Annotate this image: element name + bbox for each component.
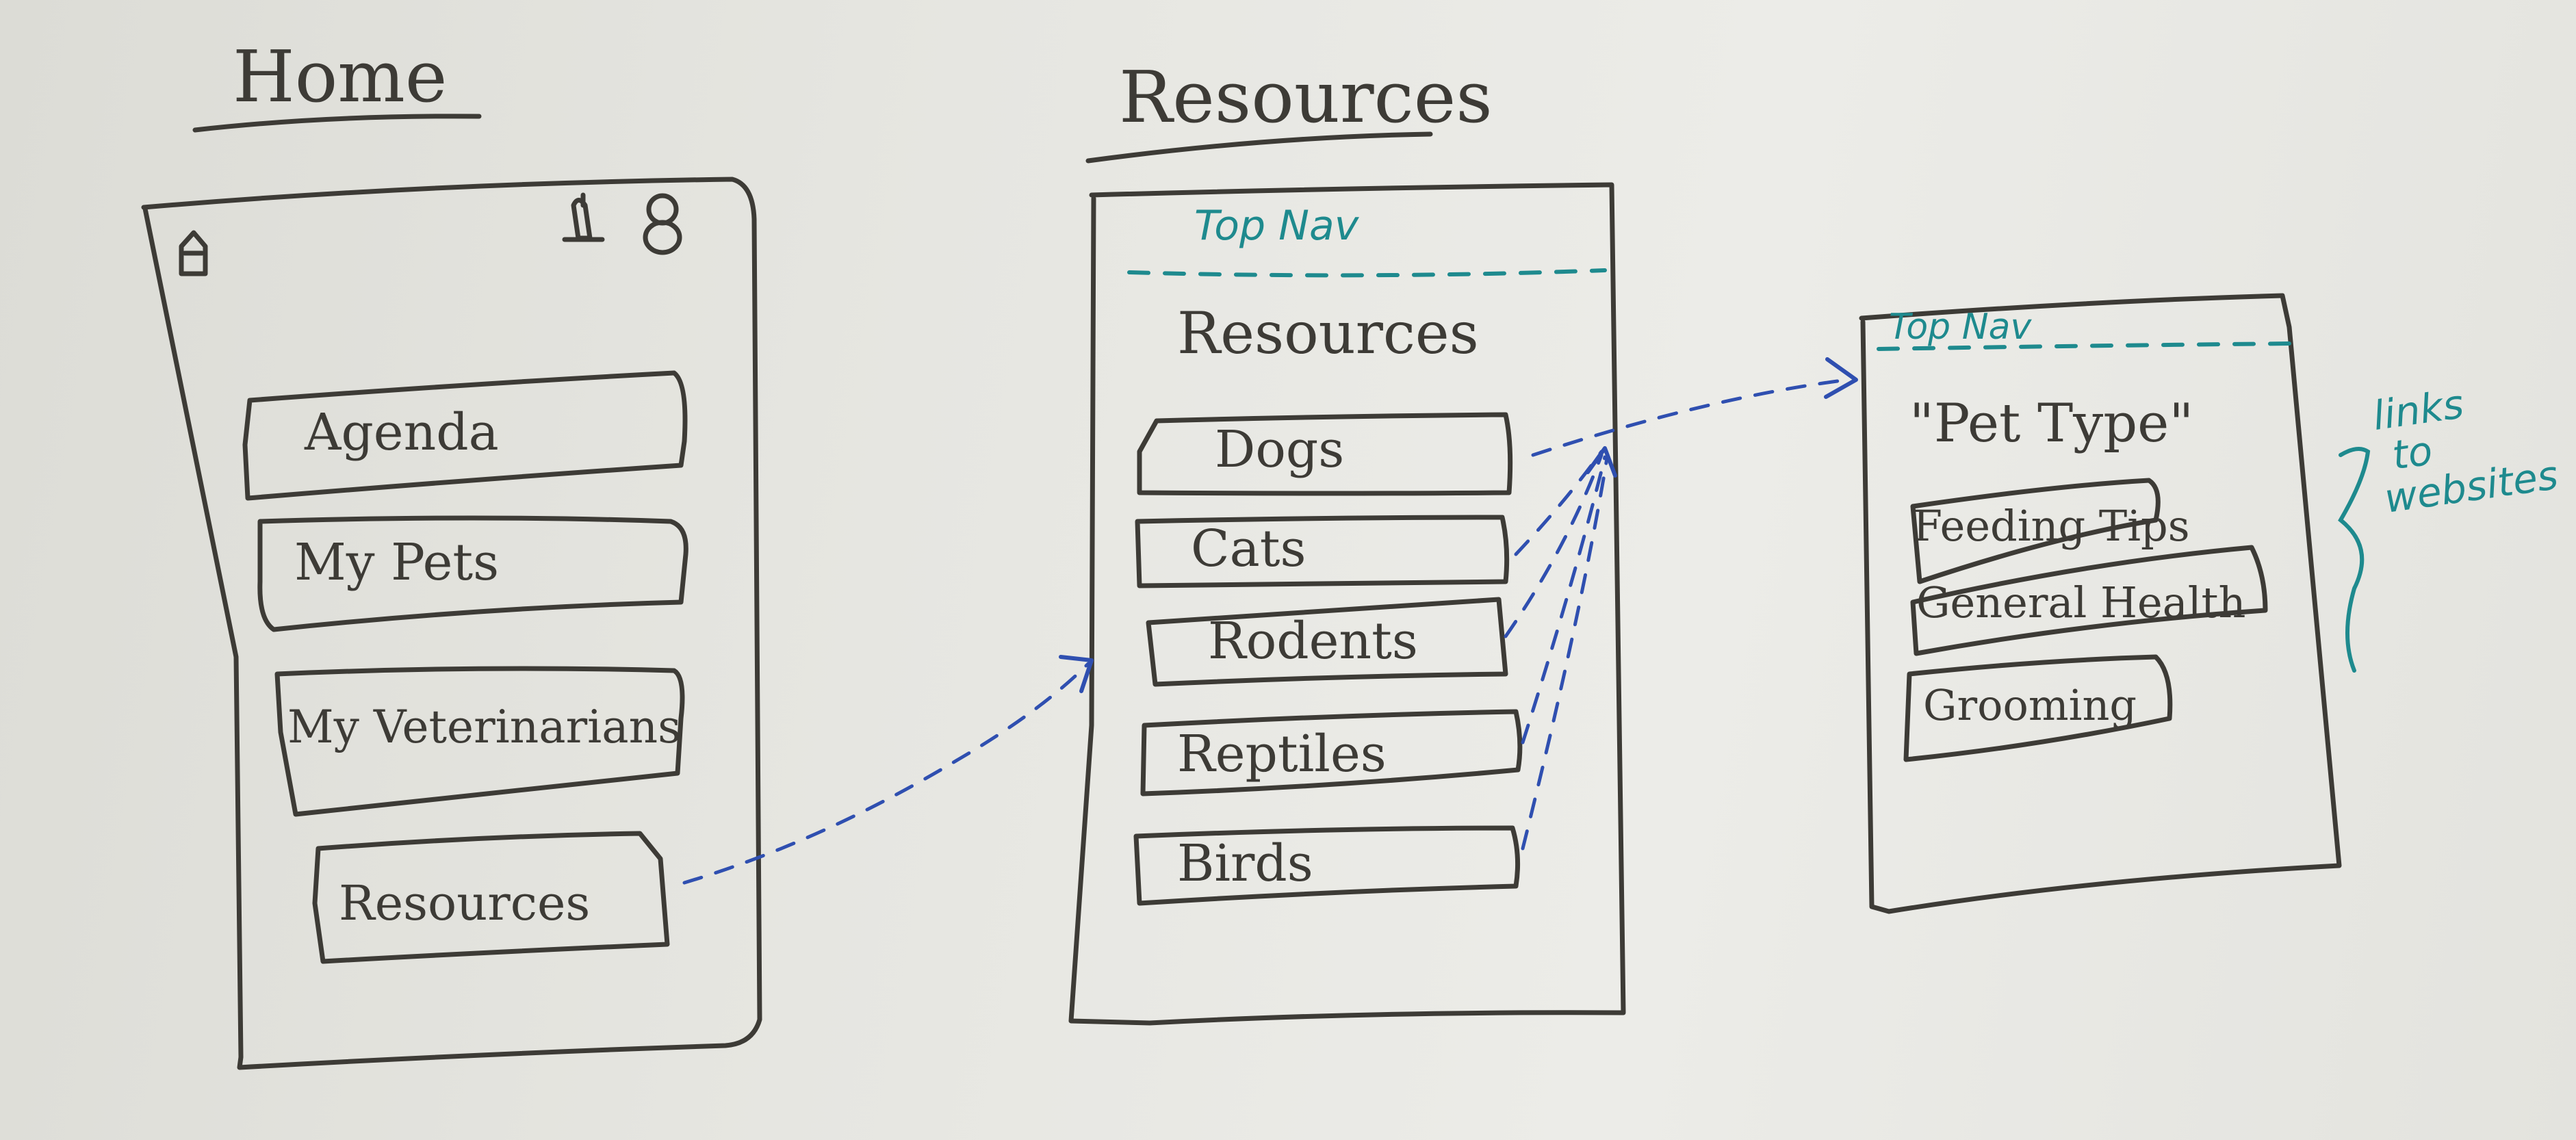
bell-icon xyxy=(562,192,605,242)
rodents-button[interactable]: Rodents xyxy=(1208,616,1418,666)
general-health-button[interactable]: General Health xyxy=(1916,582,2245,624)
resources-button[interactable]: Resources xyxy=(339,879,590,927)
resources-top-nav-divider xyxy=(1127,268,1607,278)
home-screen-title: Home xyxy=(233,35,448,118)
pet-type-arrowhead xyxy=(1824,357,1858,399)
my-veterinarians-button[interactable]: My Veterinarians xyxy=(287,705,681,750)
my-pets-button[interactable]: My Pets xyxy=(294,537,499,588)
birds-link-line xyxy=(1521,456,1609,851)
annotation-bracket xyxy=(2338,447,2371,673)
grooming-button[interactable]: Grooming xyxy=(1923,684,2137,727)
pet-type-top-nav-label: Top Nav xyxy=(1889,307,2032,348)
cats-link-line xyxy=(1514,450,1603,556)
resources-top-nav-label: Top Nav xyxy=(1194,202,1359,250)
dogs-button[interactable]: Dogs xyxy=(1215,424,1344,475)
home-to-resources-arrow xyxy=(682,662,1090,885)
pet-links-to-pet-type-arrow xyxy=(1531,378,1850,457)
birds-button[interactable]: Birds xyxy=(1177,838,1313,889)
rodents-link-line xyxy=(1504,453,1603,638)
cats-button[interactable]: Cats xyxy=(1191,523,1306,574)
annotation-links-to-websites: links to websites xyxy=(2370,372,2561,521)
home-icon xyxy=(179,230,208,276)
resources-screen-title: Resources xyxy=(1119,55,1493,139)
resources-heading: Resources xyxy=(1177,300,1479,367)
pet-type-heading: "Pet Type" xyxy=(1909,393,2194,454)
user-icon xyxy=(643,193,682,255)
agenda-button[interactable]: Agenda xyxy=(305,407,499,458)
feeding-tips-button[interactable]: Feeding Tips xyxy=(1913,505,2190,547)
reptiles-button[interactable]: Reptiles xyxy=(1177,729,1387,779)
